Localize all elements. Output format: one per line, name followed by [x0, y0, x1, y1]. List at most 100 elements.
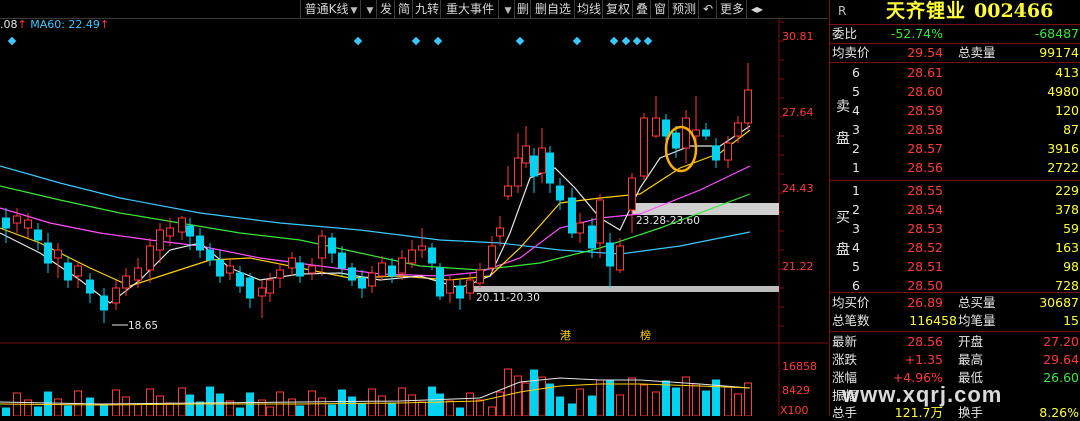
change-row: 涨跌 +1.35 最高 29.64 [830, 351, 1080, 368]
candle[interactable] [296, 256, 304, 283]
candle[interactable] [514, 133, 522, 193]
candle[interactable] [368, 266, 376, 293]
dropdown-button[interactable]: ▼ [360, 0, 377, 18]
total-buy-label: 总买量 [958, 295, 996, 310]
candle[interactable] [308, 258, 316, 280]
candle[interactable] [744, 63, 752, 130]
candle[interactable] [196, 228, 204, 258]
candle[interactable] [34, 223, 42, 250]
event-diamond-icon[interactable] [7, 36, 17, 46]
toolbar-button-forecast[interactable]: 预测 [668, 0, 699, 18]
candle[interactable] [226, 258, 234, 280]
toolbar-button-favorites[interactable]: 删自选 [530, 0, 575, 18]
candle[interactable] [348, 263, 356, 286]
candle[interactable] [522, 126, 530, 168]
candle[interactable] [446, 276, 454, 303]
candle[interactable] [358, 270, 366, 298]
event-diamond-icon[interactable] [572, 36, 582, 46]
event-diamond-icon[interactable] [609, 36, 619, 46]
kline-chart[interactable]: 30.81 27.64 24.43 21.22 16858 8429 X100 … [0, 18, 828, 416]
candle[interactable] [86, 273, 94, 303]
toolbar-button-ma[interactable]: 均线 [574, 0, 603, 18]
candle[interactable] [476, 263, 484, 288]
candlesticks[interactable] [2, 63, 752, 323]
candle[interactable] [246, 273, 254, 308]
undo-icon[interactable]: ↶ [698, 0, 717, 18]
toolbar-button-jiuzhuan[interactable]: 九转 [412, 0, 441, 18]
event-diamond-icon[interactable] [643, 36, 653, 46]
candle[interactable] [54, 243, 62, 278]
toolbar-button-window[interactable]: 窗 [650, 0, 669, 18]
buy-level-row[interactable]: 5 28.51 98 [830, 258, 1080, 275]
candle[interactable] [712, 138, 720, 168]
event-markers[interactable] [7, 36, 653, 46]
event-diamond-icon[interactable] [433, 36, 443, 46]
candle[interactable] [378, 256, 386, 280]
candle[interactable] [216, 250, 224, 283]
buy-level-row[interactable]: 4 28.52 163 [830, 239, 1080, 256]
candle[interactable] [456, 280, 464, 310]
sell-level-row[interactable]: 1 28.56 2722 [830, 159, 1080, 176]
event-diamond-icon[interactable] [515, 36, 525, 46]
toolbar-button-overlay[interactable]: 叠 [632, 0, 651, 18]
candle[interactable] [640, 113, 648, 180]
buy-level-row[interactable]: 2 28.54 378 [830, 201, 1080, 218]
toolbar-button-fa[interactable]: 发 [376, 0, 395, 18]
candle[interactable] [606, 233, 614, 288]
candle[interactable] [266, 273, 274, 302]
candle[interactable] [74, 263, 82, 288]
candle[interactable] [466, 273, 474, 300]
candle[interactable] [702, 123, 710, 140]
candle[interactable] [328, 233, 336, 263]
candle[interactable] [734, 116, 742, 143]
event-diamond-icon[interactable] [632, 36, 642, 46]
sell-level-row[interactable]: 3 28.58 87 [830, 121, 1080, 138]
sell-level-row[interactable]: 5 28.60 4980 [830, 83, 1080, 100]
toolbar-button-jian[interactable]: 简 [394, 0, 413, 18]
candle[interactable] [616, 238, 624, 273]
candle[interactable] [122, 268, 130, 296]
candle[interactable] [338, 246, 346, 276]
candle[interactable] [530, 148, 538, 193]
candle[interactable] [276, 263, 284, 288]
toolbar-button-more[interactable]: 更多 [716, 0, 747, 18]
candle[interactable] [64, 256, 72, 288]
candle[interactable] [652, 96, 660, 138]
candle[interactable] [628, 173, 636, 233]
candle[interactable] [496, 216, 504, 246]
buy-level-row[interactable]: 3 28.53 59 [830, 220, 1080, 237]
candle[interactable] [288, 252, 296, 276]
event-diamond-icon[interactable] [353, 36, 363, 46]
candle[interactable] [436, 263, 444, 300]
event-diamond-icon[interactable] [621, 36, 631, 46]
candle[interactable] [428, 243, 436, 270]
toolbar-button-del[interactable]: 删 [514, 0, 531, 18]
toolbar-button-adjust[interactable]: 复权 [602, 0, 633, 18]
candle[interactable] [146, 238, 154, 283]
candle[interactable] [206, 243, 214, 266]
candle[interactable] [44, 233, 52, 273]
candle[interactable] [488, 236, 496, 273]
period-selector[interactable]: 普通K线 ▼ [300, 0, 361, 18]
candle[interactable] [100, 288, 108, 323]
event-diamond-icon[interactable] [411, 36, 421, 46]
candle[interactable] [568, 188, 576, 238]
sell-level-row[interactable]: 6 28.61 413 [830, 64, 1080, 81]
candle[interactable] [112, 280, 120, 310]
toolbar-button-events[interactable]: 重大事件 [440, 0, 499, 18]
candle[interactable] [258, 280, 266, 318]
sell-level-row[interactable]: 2 28.57 3916 [830, 140, 1080, 157]
candle[interactable] [418, 228, 426, 258]
candle[interactable] [682, 110, 690, 163]
buy-level-row[interactable]: 1 28.55 229 [830, 182, 1080, 199]
sell-level-row[interactable]: 4 28.59 120 [830, 102, 1080, 119]
candle[interactable] [576, 213, 584, 243]
candle[interactable] [318, 230, 326, 276]
candle[interactable] [546, 146, 554, 193]
candle[interactable] [178, 216, 186, 240]
candle[interactable] [504, 166, 512, 200]
candle[interactable] [236, 266, 244, 293]
toolbar-scroll-icon[interactable]: ◂▸ [746, 0, 767, 18]
candle[interactable] [724, 136, 732, 168]
events-dropdown[interactable]: ▼ [498, 0, 515, 18]
